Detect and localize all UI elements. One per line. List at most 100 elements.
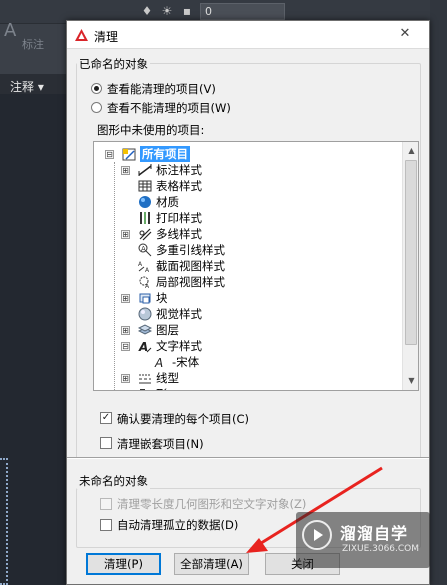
- tree-item-label: 截面视图样式: [156, 259, 225, 273]
- not-purgeable-radio[interactable]: [91, 102, 102, 113]
- svg-text:A: A: [141, 245, 146, 253]
- dimension-style-icon: [138, 164, 152, 176]
- watermark-name: 溜溜自学: [340, 524, 409, 543]
- tree-item[interactable]: 标注样式: [138, 162, 202, 178]
- tree-item-label: 多重引线样式: [156, 243, 225, 257]
- multiline-style-icon: [139, 228, 152, 241]
- group-separator: [67, 457, 429, 459]
- text-style-item-icon: A: [154, 356, 163, 369]
- tree-item[interactable]: 表格样式: [138, 178, 202, 194]
- block-icon: [139, 293, 151, 304]
- ribbon-dimension-label: 标注: [22, 38, 44, 51]
- scroll-up-icon[interactable]: ▲: [407, 146, 416, 155]
- tree-item[interactable]: 形: [138, 386, 168, 390]
- shape-icon: [140, 389, 145, 390]
- tree-item[interactable]: 视觉样式: [138, 306, 202, 322]
- dialog-title: 清理: [94, 30, 119, 44]
- tree-item-label: -宋体: [172, 355, 200, 369]
- watermark: 溜溜自学 ZIXUE.3066.COM: [296, 512, 430, 568]
- confirm-each-label[interactable]: 确认要清理的每个项目(C): [117, 411, 249, 427]
- unnamed-objects-label: 未命名的对象: [77, 473, 150, 489]
- tree-item[interactable]: 材质: [138, 194, 179, 210]
- expand-icon[interactable]: ⊞: [121, 326, 130, 335]
- visual-style-icon: [138, 307, 152, 321]
- orphaned-data-label[interactable]: 自动清理孤立的数据(D): [117, 517, 238, 533]
- svg-text:A: A: [138, 261, 143, 268]
- ribbon-layer-icons: ♦ ☀ ▪: [140, 3, 194, 19]
- tree-item-label: 所有项目: [140, 146, 190, 162]
- svg-text:A: A: [138, 340, 148, 353]
- zero-length-checkbox[interactable]: [100, 498, 112, 510]
- dialog-titlebar[interactable]: 清理 ✕: [67, 21, 429, 49]
- purge-dialog: 清理 ✕ 已命名的对象 查看能清理的项目(V) 查看不能清理的项目(W) 图形中…: [66, 20, 430, 585]
- ribbon-dimension-panel: A 标注: [0, 20, 65, 54]
- purgeable-radio-label[interactable]: 查看能清理的项目(V): [107, 81, 216, 97]
- annotation-panel-tab[interactable]: 注释 ▾: [0, 74, 70, 94]
- expand-icon[interactable]: ⊞: [121, 230, 130, 239]
- tree-item[interactable]: A -宋体: [154, 354, 199, 370]
- expand-icon[interactable]: ⊞: [121, 294, 130, 303]
- collapse-icon[interactable]: ⊟: [105, 150, 114, 159]
- expand-icon[interactable]: ⊞: [121, 374, 130, 383]
- tree-item-label: 文字样式: [156, 339, 202, 353]
- autocad-logo-icon: [75, 29, 88, 41]
- layer-dropdown[interactable]: 0: [200, 3, 285, 20]
- scroll-thumb[interactable]: [405, 160, 417, 345]
- layer-icon: [138, 324, 152, 335]
- lightbulb-icon: ♦: [141, 4, 153, 18]
- drawing-frame: [0, 458, 8, 585]
- tree-item[interactable]: A 多重引线样式: [138, 242, 225, 258]
- svg-text:A: A: [154, 356, 163, 369]
- plot-style-icon: [140, 212, 150, 224]
- purgeable-radio[interactable]: [91, 83, 102, 94]
- tree-item-label: 线型: [156, 371, 179, 385]
- sun-icon: ☀: [161, 4, 173, 18]
- right-toolbar: [430, 0, 447, 585]
- tree-item[interactable]: 打印样式: [138, 210, 202, 226]
- play-triangle-icon: [314, 529, 323, 541]
- tree-item[interactable]: 线型: [138, 370, 179, 386]
- drawing-icon: [122, 148, 136, 161]
- tree-item-label: 表格样式: [156, 179, 202, 193]
- detail-view-style-icon: A: [139, 276, 150, 289]
- tree-item-label: 材质: [156, 195, 179, 209]
- purge-nested-checkbox[interactable]: [100, 437, 112, 449]
- tree-item[interactable]: A 局部视图样式: [138, 274, 225, 290]
- drawing-area[interactable]: [0, 94, 70, 585]
- multileader-style-icon: A: [138, 243, 152, 257]
- purge-all-button[interactable]: 全部清理(A): [174, 553, 249, 575]
- tree-item[interactable]: 所有项目: [122, 146, 190, 162]
- linetype-icon: [139, 374, 151, 384]
- tree-item[interactable]: A A 截面视图样式: [138, 258, 225, 274]
- orphaned-data-checkbox[interactable]: [100, 519, 112, 531]
- svg-text:A: A: [145, 267, 150, 273]
- tree-item[interactable]: 多线样式: [138, 226, 202, 242]
- expand-icon[interactable]: ⊞: [121, 166, 130, 175]
- tree-caption: 图形中未使用的项目:: [97, 123, 205, 137]
- section-view-style-icon: AA: [138, 261, 150, 273]
- tree-item[interactable]: A 文字样式: [138, 338, 202, 354]
- tree-item[interactable]: 块: [138, 290, 168, 306]
- lock-icon: ▪: [182, 4, 192, 18]
- unused-items-tree[interactable]: 所有项目 ⊟ 标注样式 ⊞ 表格样式 材质 打印样式 多线样式 ⊞ A 多重引线样式 A A 截面视图样式…: [93, 141, 419, 391]
- tree-item-label: 形: [156, 386, 168, 390]
- collapse-icon[interactable]: ⊟: [121, 342, 130, 351]
- tree-item-label: 打印样式: [156, 211, 202, 225]
- close-icon[interactable]: ✕: [387, 25, 423, 43]
- svg-text:A: A: [145, 283, 150, 289]
- tree-connector: [114, 162, 115, 390]
- confirm-each-checkbox[interactable]: ✓: [100, 412, 112, 424]
- not-purgeable-radio-label[interactable]: 查看不能清理的项目(W): [107, 100, 231, 116]
- tree-item-label: 标注样式: [156, 163, 202, 177]
- purge-nested-label[interactable]: 清理嵌套项目(N): [117, 436, 204, 452]
- watermark-play-icon: [302, 520, 332, 550]
- named-objects-label: 已命名的对象: [77, 56, 150, 72]
- tree-item[interactable]: 图层: [138, 322, 179, 338]
- text-style-icon: A: [138, 340, 152, 353]
- tree-item-label: 图层: [156, 323, 179, 337]
- zero-length-label[interactable]: 清理零长度几何图形和空文字对象(Z): [117, 496, 306, 512]
- tree-scrollbar[interactable]: ▲ ▼: [402, 142, 418, 390]
- scroll-down-icon[interactable]: ▼: [407, 376, 416, 385]
- purge-button[interactable]: 清理(P): [86, 553, 161, 575]
- watermark-url: ZIXUE.3066.COM: [342, 544, 420, 554]
